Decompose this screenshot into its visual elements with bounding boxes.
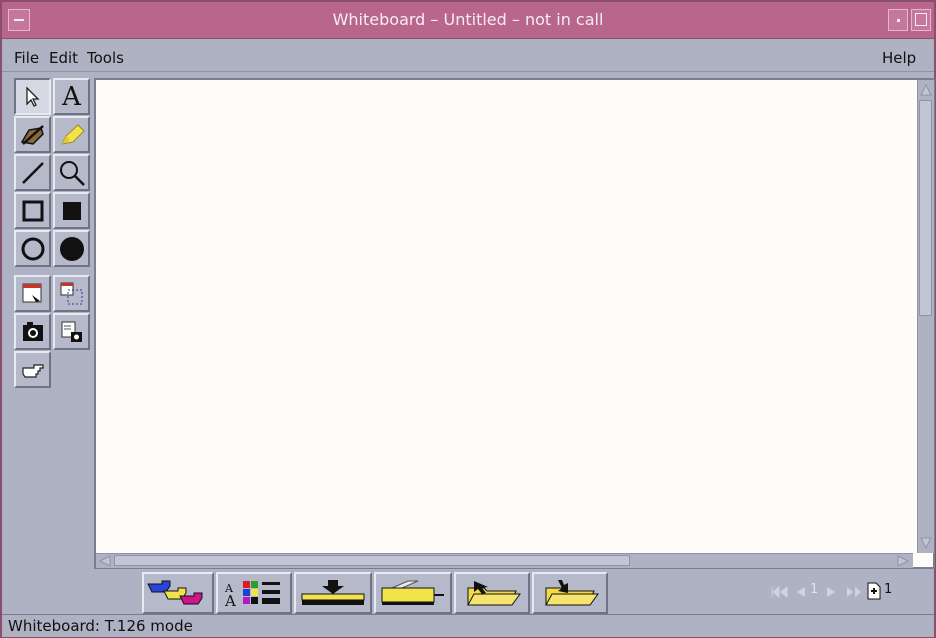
text-tool-icon: A (62, 81, 81, 112)
stamp-icon (301, 580, 365, 605)
line-tool-button[interactable] (14, 154, 51, 191)
pointing-hand-icon (21, 363, 44, 378)
vertical-scrollbar[interactable] (917, 80, 934, 553)
page-sort-icon (22, 283, 41, 302)
pen-tool-button[interactable] (14, 116, 51, 153)
rectangle-filled-icon (62, 201, 81, 220)
stamp-button[interactable] (294, 572, 372, 614)
previous-page-icon[interactable] (794, 585, 808, 599)
page-sort-tool-button[interactable] (14, 275, 51, 312)
ellipse-filled-icon (59, 236, 84, 261)
first-page-icon[interactable] (770, 585, 790, 599)
highlighter-tool-button[interactable] (53, 116, 90, 153)
arrow-pointer-icon (25, 85, 40, 107)
window-snapshot-tool-button[interactable] (53, 313, 90, 350)
menu-tools[interactable]: Tools (87, 49, 124, 67)
ellipse-outline-icon (21, 237, 44, 260)
text-tool-button[interactable]: A (53, 78, 90, 115)
snapshot-tool-button[interactable] (14, 313, 51, 350)
remote-pointer-tool-button[interactable] (14, 351, 51, 388)
font-color-palette-icon: A A (224, 581, 280, 608)
pointer-colors-button[interactable] (142, 572, 214, 614)
scroll-right-icon[interactable] (895, 555, 911, 567)
scroll-left-icon[interactable] (97, 555, 113, 567)
scroll-up-icon[interactable] (919, 82, 933, 98)
svg-text:A: A (224, 592, 236, 608)
colored-hands-icon (147, 580, 203, 605)
status-bar: Whiteboard: T.126 mode (2, 614, 934, 637)
font-color-palette-button[interactable]: A A (216, 572, 292, 614)
action-toolbar: A A (142, 572, 612, 614)
menu-help[interactable]: Help (882, 49, 916, 67)
next-page-icon[interactable] (824, 585, 838, 599)
scanner-icon (381, 580, 444, 605)
current-page-number: 1 (810, 582, 819, 597)
whiteboard-window: Whiteboard – Untitled – not in call File… (0, 0, 936, 638)
menu-bar: File Edit Tools Help (2, 39, 934, 72)
canvas-frame (94, 78, 935, 569)
rectangle-outline-icon (22, 200, 43, 221)
menu-edit[interactable]: Edit (49, 49, 78, 67)
scroll-down-icon[interactable] (919, 535, 933, 551)
camera-icon (22, 321, 43, 341)
magnifier-icon (59, 160, 85, 186)
window-snapshot-icon (61, 321, 82, 342)
page-count: 1 (884, 582, 893, 597)
import-scan-button[interactable] (374, 572, 452, 614)
area-capture-tool-button[interactable] (53, 275, 90, 312)
ellipse-filled-tool-button[interactable] (53, 230, 90, 267)
save-file-button[interactable] (532, 572, 608, 614)
rectangle-outline-tool-button[interactable] (14, 192, 51, 229)
window-title: Whiteboard – Untitled – not in call (332, 10, 604, 29)
select-tool-button[interactable] (14, 78, 51, 115)
drawing-canvas[interactable] (98, 82, 915, 553)
open-folder-icon (467, 581, 521, 606)
new-page-icon[interactable] (866, 582, 882, 600)
ellipse-outline-tool-button[interactable] (14, 230, 51, 267)
line-icon (21, 161, 44, 184)
menu-file[interactable]: File (14, 49, 39, 67)
area-capture-icon (60, 282, 82, 304)
horizontal-scroll-thumb[interactable] (114, 555, 630, 566)
rectangle-filled-tool-button[interactable] (53, 192, 90, 229)
pen-icon (20, 124, 44, 145)
maximize-button[interactable] (911, 9, 931, 31)
vertical-scroll-thumb[interactable] (919, 100, 932, 316)
horizontal-scrollbar[interactable] (96, 553, 913, 568)
last-page-icon[interactable] (844, 585, 864, 599)
open-file-button[interactable] (454, 572, 530, 614)
save-folder-icon (545, 580, 599, 606)
title-bar[interactable]: Whiteboard – Untitled – not in call (2, 2, 934, 39)
minimize-button[interactable] (888, 9, 908, 31)
status-text: Whiteboard: T.126 mode (8, 617, 193, 635)
highlighter-icon (60, 123, 85, 145)
zoom-tool-button[interactable] (53, 154, 90, 191)
